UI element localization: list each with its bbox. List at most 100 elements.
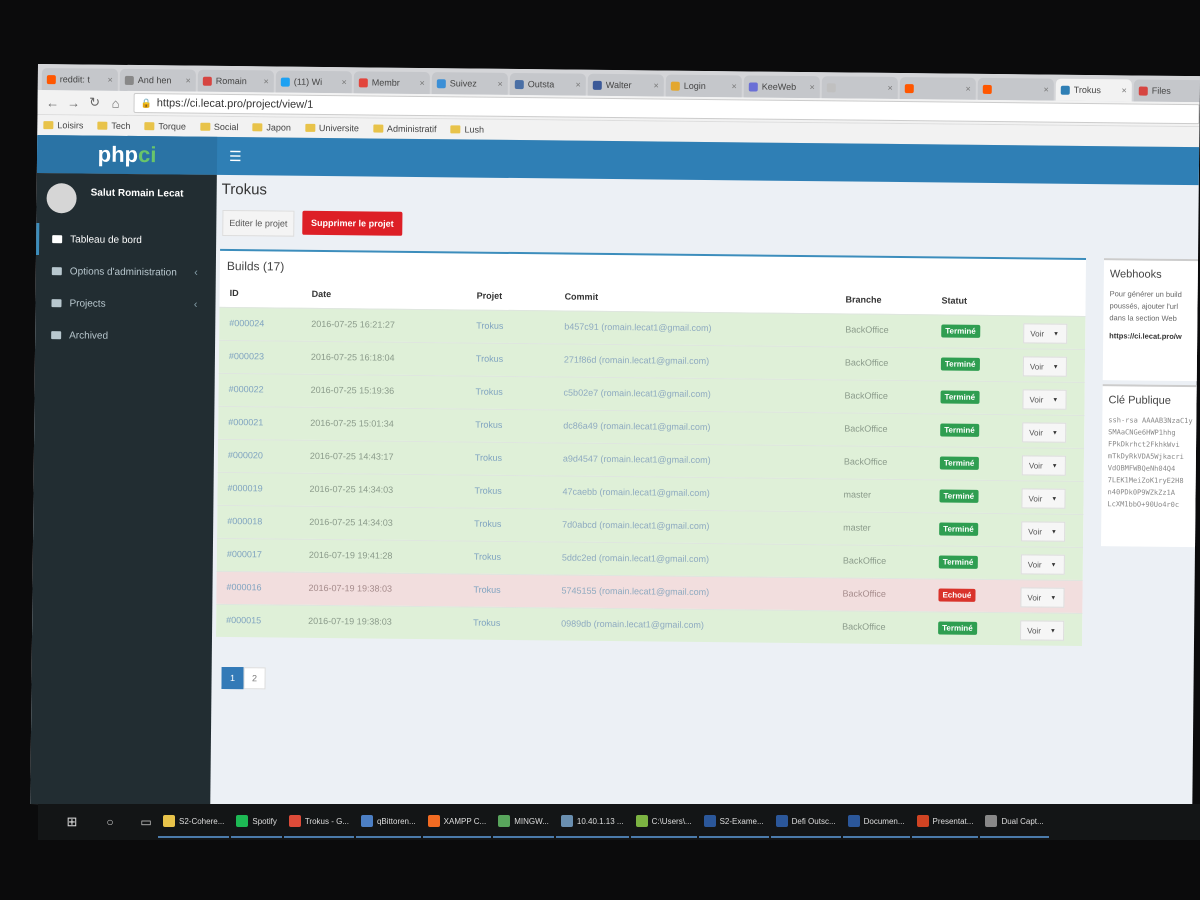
taskbar-item[interactable]: Defi Outsc... <box>770 806 841 838</box>
browser-tab[interactable]: × <box>821 76 898 100</box>
build-commit[interactable]: 271f86d (romain.lecat1@gmail.com) <box>564 355 709 367</box>
view-build-button[interactable]: Voir ▾ <box>1022 389 1067 410</box>
browser-tab[interactable]: Membr × <box>353 71 430 95</box>
bookmark-item[interactable]: Tech <box>97 121 130 131</box>
view-build-button[interactable]: Voir ▾ <box>1021 488 1066 509</box>
forward-icon[interactable]: → <box>65 95 83 110</box>
view-build-button[interactable]: Voir ▾ <box>1020 554 1065 575</box>
taskbar-item[interactable]: Trokus - G... <box>283 806 354 838</box>
build-id[interactable]: #000020 <box>228 450 263 460</box>
taskbar-item[interactable]: 10.40.1.13 ... <box>555 806 629 838</box>
home-icon[interactable]: ⌂ <box>107 95 125 110</box>
close-icon[interactable]: × <box>887 83 892 93</box>
sidebar-item[interactable]: Options d'administration ‹ <box>36 255 216 289</box>
sidebar-item[interactable]: Tableau de bord <box>35 222 217 257</box>
build-project[interactable]: Trokus <box>476 354 503 364</box>
taskbar-item[interactable]: Documen... <box>842 806 910 838</box>
browser-tab[interactable]: Romain × <box>197 69 274 93</box>
taskbar-item[interactable]: Dual Capt... <box>980 806 1049 838</box>
logo[interactable]: php ci <box>36 134 218 175</box>
build-commit[interactable]: a9d4547 (romain.lecat1@gmail.com) <box>563 454 711 466</box>
view-build-button[interactable]: Voir ▾ <box>1022 356 1067 377</box>
caret-down-icon[interactable]: ▾ <box>1052 528 1056 536</box>
back-icon[interactable]: ← <box>44 95 62 110</box>
bookmark-item[interactable]: Lush <box>450 124 484 135</box>
bookmark-item[interactable]: Torque <box>144 121 186 132</box>
build-id[interactable]: #000015 <box>226 615 261 625</box>
edit-project-button[interactable]: Editer le projet <box>222 209 295 237</box>
build-project[interactable]: Trokus <box>475 486 502 496</box>
browser-tab[interactable]: × <box>977 77 1054 101</box>
browser-tab[interactable]: Files× <box>1133 79 1200 103</box>
browser-tab[interactable]: Trokus × <box>1055 78 1132 102</box>
browser-tab[interactable]: Walter × <box>587 73 664 97</box>
taskbar-item[interactable]: S2-Exame... <box>698 806 769 838</box>
build-commit[interactable]: 0989db (romain.lecat1@gmail.com) <box>561 619 704 630</box>
browser-tab[interactable]: And hen × <box>119 68 196 92</box>
build-project[interactable]: Trokus <box>473 618 500 628</box>
taskbar-item[interactable]: XAMPP C... <box>422 806 492 838</box>
build-id[interactable]: #000017 <box>227 549 262 559</box>
browser-tab[interactable]: reddit: t × <box>41 68 118 91</box>
browser-tab[interactable]: (11) Wi × <box>275 70 352 94</box>
taskbar-item[interactable]: MINGW... <box>493 806 554 838</box>
view-build-button[interactable]: Voir ▾ <box>1020 587 1065 608</box>
close-icon[interactable]: × <box>108 75 113 85</box>
build-commit[interactable]: c5b02e7 (romain.lecat1@gmail.com) <box>564 388 711 400</box>
build-commit[interactable]: 47caebb (romain.lecat1@gmail.com) <box>562 487 709 499</box>
reload-icon[interactable]: ↻ <box>86 95 104 111</box>
caret-down-icon[interactable]: ▾ <box>1052 561 1056 569</box>
bookmark-item[interactable]: Universite <box>304 123 359 133</box>
delete-project-button[interactable]: Supprimer le projet <box>302 210 403 236</box>
taskbar-item[interactable]: C:\Users\... <box>630 806 697 838</box>
caret-down-icon[interactable]: ▾ <box>1054 330 1058 338</box>
taskbar-item[interactable]: Presentat... <box>911 806 979 838</box>
build-commit[interactable]: 5745155 (romain.lecat1@gmail.com) <box>561 586 709 598</box>
sidebar-item[interactable]: Projects ‹ <box>35 287 215 321</box>
view-build-button[interactable]: Voir ▾ <box>1022 422 1067 443</box>
browser-tab[interactable]: Login × <box>665 74 742 98</box>
view-build-button[interactable]: Voir ▾ <box>1023 323 1068 344</box>
taskbar-item[interactable]: S2-Cohere... <box>158 806 230 838</box>
browser-tab[interactable]: Suivez × <box>431 72 508 95</box>
close-icon[interactable]: × <box>420 78 425 88</box>
close-icon[interactable]: × <box>575 80 580 90</box>
close-icon[interactable]: × <box>809 82 814 92</box>
bookmark-item[interactable]: Administratif <box>372 124 437 134</box>
browser-tab[interactable]: Outsta × <box>509 72 586 96</box>
bookmark-item[interactable]: Japon <box>252 122 291 133</box>
caret-down-icon[interactable]: ▾ <box>1054 363 1058 371</box>
build-commit[interactable]: 5ddc2ed (romain.lecat1@gmail.com) <box>562 553 709 565</box>
caret-down-icon[interactable]: ▾ <box>1051 594 1055 602</box>
caret-down-icon[interactable]: ▾ <box>1052 495 1056 503</box>
close-icon[interactable]: × <box>264 76 269 86</box>
page-link[interactable]: 2 <box>243 667 266 690</box>
build-project[interactable]: Trokus <box>475 420 502 430</box>
build-project[interactable]: Trokus <box>475 453 502 463</box>
caret-down-icon[interactable]: ▾ <box>1053 429 1057 437</box>
build-commit[interactable]: 7d0abcd (romain.lecat1@gmail.com) <box>562 520 709 532</box>
windows-start-icon[interactable]: ⊞ <box>60 814 84 830</box>
taskbar-item[interactable]: qBittoren... <box>355 806 421 838</box>
close-icon[interactable]: × <box>186 76 191 86</box>
build-id[interactable]: #000021 <box>228 417 263 427</box>
build-id[interactable]: #000024 <box>229 318 264 328</box>
bookmark-item[interactable]: Loisirs <box>43 120 83 130</box>
cortana-icon[interactable]: ○ <box>100 815 120 829</box>
view-build-button[interactable]: Voir ▾ <box>1021 521 1066 542</box>
build-project[interactable]: Trokus <box>476 321 503 331</box>
build-project[interactable]: Trokus <box>476 387 503 397</box>
task-view-icon[interactable]: ▭ <box>136 815 156 829</box>
build-project[interactable]: Trokus <box>474 552 501 562</box>
close-icon[interactable]: × <box>1121 85 1126 95</box>
caret-down-icon[interactable]: ▾ <box>1053 396 1057 404</box>
close-icon[interactable]: × <box>1043 85 1048 95</box>
build-commit[interactable]: b457c91 (romain.lecat1@gmail.com) <box>564 322 711 334</box>
close-icon[interactable]: × <box>342 77 347 87</box>
view-build-button[interactable]: Voir ▾ <box>1021 455 1066 476</box>
build-id[interactable]: #000019 <box>228 483 263 493</box>
close-icon[interactable]: × <box>965 84 970 94</box>
browser-tab[interactable]: KeeWeb × <box>743 75 820 99</box>
build-id[interactable]: #000023 <box>229 351 264 361</box>
caret-down-icon[interactable]: ▾ <box>1051 627 1055 635</box>
